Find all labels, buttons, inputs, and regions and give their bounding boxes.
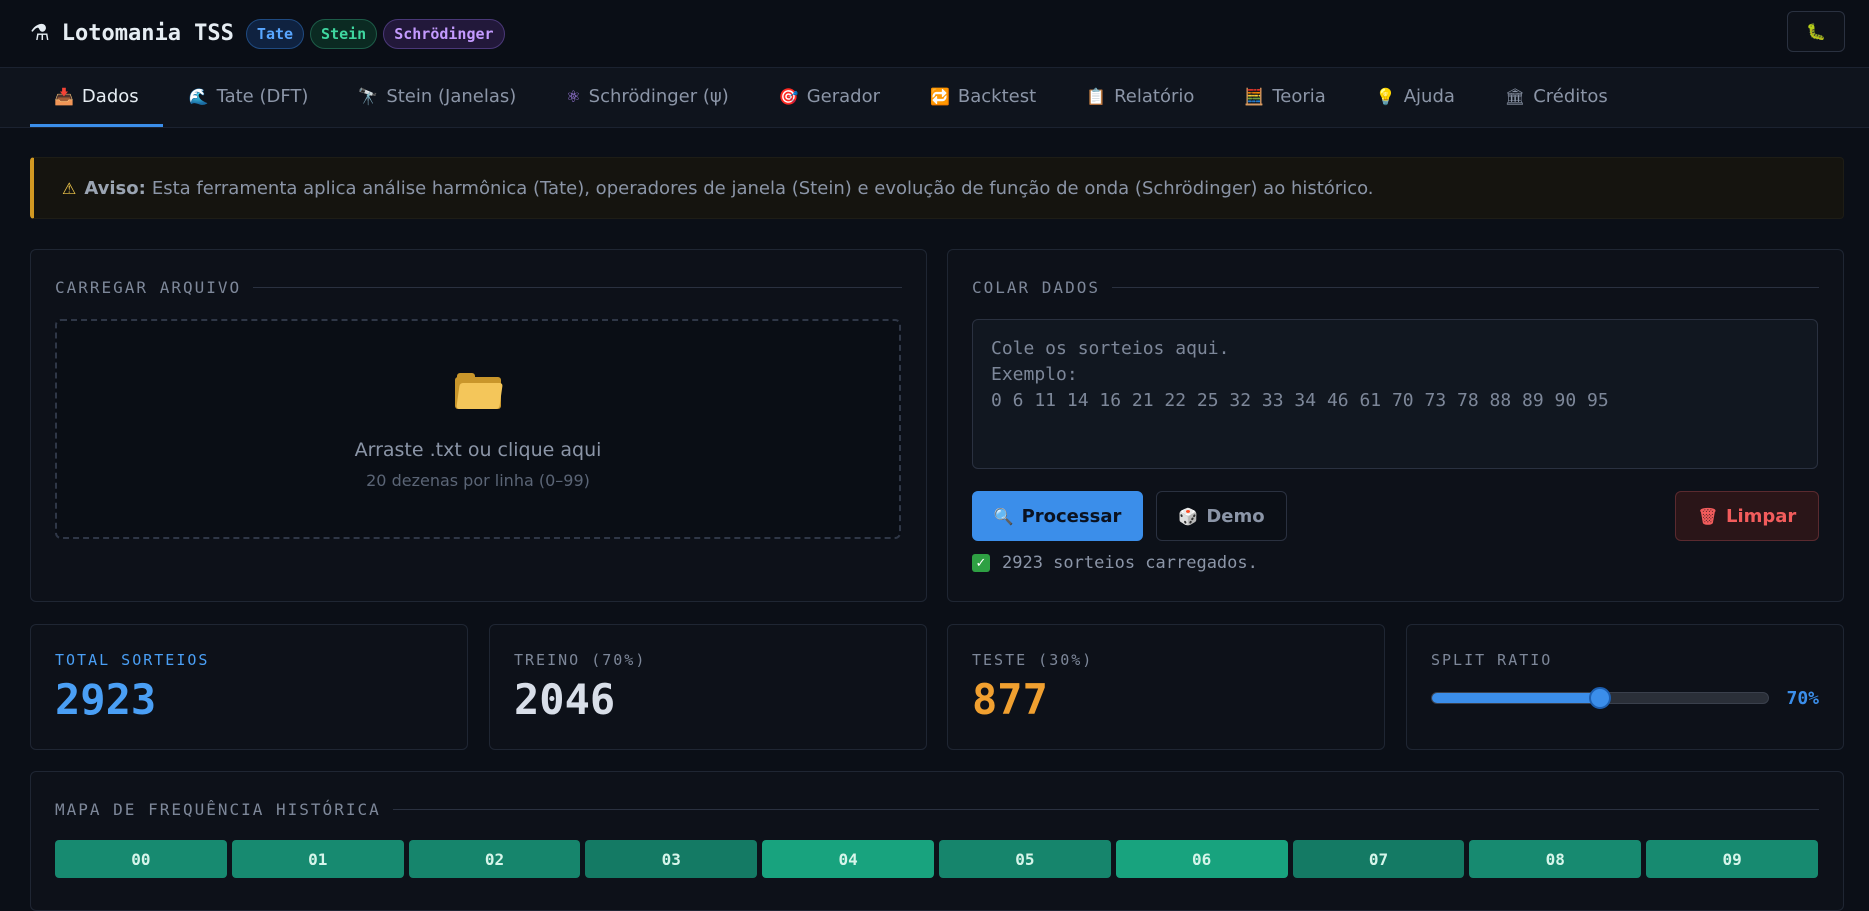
frequency-cell[interactable]: 08 bbox=[1469, 840, 1642, 878]
tab-ajuda[interactable]: 💡 Ajuda bbox=[1352, 68, 1479, 127]
tab-label: Gerador bbox=[806, 85, 880, 107]
process-button[interactable]: 🔍 Processar bbox=[972, 491, 1143, 541]
debug-button[interactable]: 🐛 bbox=[1787, 11, 1845, 52]
tab-label: Stein (Janelas) bbox=[386, 85, 517, 107]
bank-icon: 🏛 bbox=[1504, 86, 1526, 106]
draws-textarea[interactable] bbox=[972, 319, 1818, 469]
folder-icon bbox=[455, 373, 503, 409]
search-icon: 🔍 bbox=[993, 506, 1014, 526]
app-title: Lotomania TSS bbox=[61, 21, 234, 46]
clear-label: Limpar bbox=[1726, 505, 1797, 527]
paste-title-text: COLAR DADOS bbox=[972, 278, 1100, 297]
stat-value: 877 bbox=[972, 675, 1048, 724]
trash-icon: 🗑 bbox=[1697, 506, 1718, 526]
frequency-cell[interactable]: 02 bbox=[408, 840, 581, 878]
check-icon: ✓ bbox=[972, 554, 990, 572]
split-value: 70% bbox=[1786, 688, 1819, 709]
frequency-cell[interactable]: 07 bbox=[1292, 840, 1465, 878]
repeat-icon: 🔁 bbox=[929, 86, 950, 106]
frequency-row: 00 01 02 03 04 05 06 07 08 09 bbox=[55, 840, 1818, 878]
badge-tate: Tate bbox=[245, 18, 305, 49]
app-header: ⚗ Lotomania TSS Tate Stein Schrödinger 🐛 bbox=[0, 0, 1869, 68]
tab-schrodinger[interactable]: ⚛ Schrödinger (ψ) bbox=[542, 68, 752, 127]
dropzone-main-text: Arraste .txt ou clique aqui bbox=[354, 439, 602, 461]
alert-text: Esta ferramenta aplica análise harmônica… bbox=[151, 177, 1374, 199]
tab-gerador[interactable]: 🎯 Gerador bbox=[755, 68, 904, 127]
tab-label: Dados bbox=[81, 85, 139, 107]
clipboard-icon: 📋 bbox=[1086, 86, 1107, 106]
status-text: 2923 sorteios carregados. bbox=[1002, 553, 1258, 573]
microscope-icon: ⚗ bbox=[30, 21, 50, 46]
frequency-cell[interactable]: 01 bbox=[231, 840, 404, 878]
divider bbox=[392, 809, 1819, 810]
demo-label: Demo bbox=[1206, 505, 1265, 527]
tab-tate[interactable]: 🌊 Tate (DFT) bbox=[165, 68, 333, 127]
abacus-icon: 🧮 bbox=[1244, 86, 1265, 106]
warning-icon: ⚠ bbox=[62, 178, 77, 198]
atom-icon: ⚛ bbox=[566, 86, 581, 106]
stat-label: TREINO (70%) bbox=[514, 651, 647, 669]
stat-split: SPLIT RATIO 70% bbox=[1406, 624, 1844, 750]
tab-backtest[interactable]: 🔁 Backtest bbox=[906, 68, 1060, 127]
warning-alert: ⚠ Aviso: Esta ferramenta aplica análise … bbox=[30, 157, 1844, 219]
upload-title: CARREGAR ARQUIVO bbox=[55, 278, 902, 297]
stat-label: TOTAL SORTEIOS bbox=[55, 651, 210, 669]
frequency-title: MAPA DE FREQUÊNCIA HISTÓRICA bbox=[55, 800, 1819, 819]
tab-stein[interactable]: 🔭 Stein (Janelas) bbox=[334, 68, 540, 127]
stat-total: TOTAL SORTEIOS 2923 bbox=[30, 624, 468, 750]
telescope-icon: 🔭 bbox=[358, 86, 379, 106]
dropzone-sub-text: 20 dezenas por linha (0–99) bbox=[366, 471, 590, 490]
paste-panel: COLAR DADOS 🔍 Processar 🎲 Demo 🗑 Limpar ✓ 29… bbox=[947, 249, 1844, 602]
load-status: ✓ 2923 sorteios carregados. bbox=[972, 553, 1258, 573]
file-dropzone[interactable]: Arraste .txt ou clique aqui 20 dezenas p… bbox=[55, 319, 901, 539]
target-icon: 🎯 bbox=[778, 86, 799, 106]
stat-test: TESTE (30%) 877 bbox=[947, 624, 1385, 750]
frequency-cell[interactable]: 03 bbox=[585, 840, 758, 878]
stat-label: SPLIT RATIO bbox=[1431, 651, 1553, 669]
dice-icon: 🎲 bbox=[1178, 506, 1199, 526]
tab-label: Ajuda bbox=[1403, 85, 1455, 107]
tab-label: Tate (DFT) bbox=[216, 85, 309, 107]
paste-title: COLAR DADOS bbox=[972, 278, 1819, 297]
stat-label: TESTE (30%) bbox=[972, 651, 1094, 669]
process-label: Processar bbox=[1021, 505, 1122, 527]
clear-button[interactable]: 🗑 Limpar bbox=[1675, 491, 1819, 541]
stat-value: 2046 bbox=[514, 675, 616, 724]
badge-stein: Stein bbox=[310, 18, 378, 49]
frequency-title-text: MAPA DE FREQUÊNCIA HISTÓRICA bbox=[55, 800, 381, 819]
inbox-icon: 📥 bbox=[54, 86, 74, 106]
badge-schrodinger: Schrödinger bbox=[383, 18, 505, 49]
divider bbox=[253, 287, 902, 288]
stat-value: 2923 bbox=[55, 675, 157, 724]
tab-label: Teoria bbox=[1272, 85, 1326, 107]
slider-fill bbox=[1432, 693, 1600, 703]
frequency-cell[interactable]: 09 bbox=[1646, 840, 1818, 878]
alert-label: Aviso: bbox=[84, 177, 146, 199]
demo-button[interactable]: 🎲 Demo bbox=[1156, 491, 1287, 541]
stat-train: TREINO (70%) 2046 bbox=[489, 624, 927, 750]
tab-label: Schrödinger (ψ) bbox=[588, 85, 729, 107]
tab-dados[interactable]: 📥 Dados bbox=[30, 68, 163, 127]
tab-creditos[interactable]: 🏛 Créditos bbox=[1481, 68, 1632, 127]
wave-icon: 🌊 bbox=[188, 86, 209, 106]
tab-relatorio[interactable]: 📋 Relatório bbox=[1062, 68, 1218, 127]
slider-thumb[interactable] bbox=[1589, 687, 1611, 709]
tab-label: Relatório bbox=[1114, 85, 1195, 107]
frequency-cell[interactable]: 04 bbox=[762, 840, 934, 878]
frequency-cell[interactable]: 05 bbox=[938, 840, 1111, 878]
bug-icon: 🐛 bbox=[1806, 22, 1826, 41]
upload-panel: CARREGAR ARQUIVO Arraste .txt ou clique … bbox=[30, 249, 927, 602]
frequency-cell[interactable]: 06 bbox=[1115, 840, 1288, 878]
tab-label: Créditos bbox=[1533, 85, 1608, 107]
lightbulb-icon: 💡 bbox=[1375, 86, 1396, 106]
divider bbox=[1111, 287, 1819, 288]
frequency-panel: MAPA DE FREQUÊNCIA HISTÓRICA 00 01 02 03 04 0… bbox=[30, 771, 1844, 911]
frequency-cell[interactable]: 00 bbox=[55, 840, 227, 878]
tab-teoria[interactable]: 🧮 Teoria bbox=[1220, 68, 1349, 127]
upload-title-text: CARREGAR ARQUIVO bbox=[55, 278, 242, 297]
tab-bar: 📥 Dados 🌊 Tate (DFT) 🔭 Stein (Janelas) ⚛ Sch… bbox=[0, 68, 1869, 128]
split-slider[interactable] bbox=[1431, 687, 1769, 709]
tab-label: Backtest bbox=[957, 85, 1037, 107]
